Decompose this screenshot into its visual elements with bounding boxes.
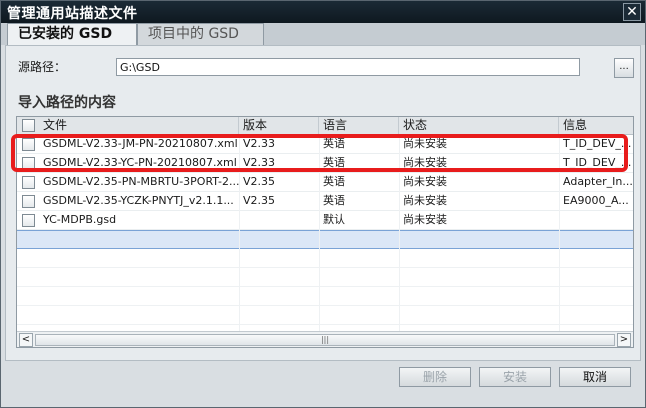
row-checkbox[interactable] — [22, 176, 35, 189]
column-divider — [559, 135, 560, 331]
table-row[interactable]: GSDML-V2.33-JM-PN-20210807.xml V2.33 英语 … — [17, 135, 633, 154]
gsd-file-table: 文件 版本 语言 状态 信息 GSDML-V2.33-JM-PN-2021080… — [16, 116, 634, 348]
empty-row — [17, 306, 633, 325]
cell-language: 英语 — [323, 156, 345, 169]
column-divider — [319, 135, 320, 331]
cell-file: GSDML-V2.35-YCZK-PNYTJ_v2.1.1... — [43, 194, 234, 207]
cell-status: 尚未安装 — [403, 137, 447, 150]
cell-file: GSDML-V2.33-JM-PN-20210807.xml — [43, 137, 238, 150]
table-row[interactable]: GSDML-V2.35-YCZK-PNYTJ_v2.1.1... V2.35 英… — [17, 192, 633, 211]
cell-version: V2.35 — [243, 175, 276, 188]
table-row[interactable]: GSDML-V2.35-PN-MBRTU-3PORT-2... V2.35 英语… — [17, 173, 633, 192]
cell-file: YC-MDPB.gsd — [43, 213, 117, 226]
cell-language: 英语 — [323, 137, 345, 150]
cell-info: EA9000_A... — [563, 194, 629, 207]
cell-version — [239, 211, 319, 230]
header-language[interactable]: 语言 — [319, 117, 399, 135]
installed-gsd-panel: 源路径： ... 导入路径的内容 文件 版本 语言 状态 信息 GSDML-V2… — [5, 45, 641, 361]
delete-button[interactable]: 删除 — [399, 367, 471, 387]
selected-empty-row[interactable] — [17, 230, 633, 249]
cell-version: V2.33 — [243, 137, 276, 150]
tab-strip: 已安装的 GSD 项目中的 GSD — [1, 23, 645, 45]
cell-status: 尚未安装 — [403, 194, 447, 207]
cell-version: V2.33 — [243, 156, 276, 169]
dialog-title: 管理通用站描述文件 — [7, 6, 138, 22]
cell-language: 英语 — [323, 175, 345, 188]
table-header: 文件 版本 语言 状态 信息 — [17, 117, 633, 135]
install-button[interactable]: 安装 — [479, 367, 551, 387]
empty-row — [17, 268, 633, 287]
cell-info: T_ID_DEV_... — [563, 156, 632, 169]
scroll-right-button[interactable]: > — [617, 333, 631, 347]
manage-gsd-dialog: 管理通用站描述文件 ✕ 已安装的 GSD 项目中的 GSD 源路径： ... 导… — [0, 0, 646, 408]
tab-installed-gsd[interactable]: 已安装的 GSD — [7, 23, 137, 45]
source-path-label: 源路径： — [18, 60, 67, 74]
cell-status: 尚未安装 — [403, 175, 447, 188]
header-version[interactable]: 版本 — [239, 117, 319, 135]
cell-info: T_ID_DEV_... — [563, 137, 632, 150]
header-status[interactable]: 状态 — [399, 117, 559, 135]
header-info[interactable]: 信息 — [559, 117, 633, 135]
close-button[interactable]: ✕ — [623, 3, 641, 21]
cell-language: 默认 — [323, 213, 345, 226]
source-path-input[interactable] — [116, 58, 580, 76]
table-row[interactable]: GSDML-V2.33-YC-PN-20210807.xml V2.33 英语 … — [17, 154, 633, 173]
row-checkbox[interactable] — [22, 157, 35, 170]
header-file[interactable]: 文件 — [39, 117, 239, 135]
cell-info — [559, 211, 633, 230]
row-checkbox[interactable] — [22, 138, 35, 151]
column-divider — [239, 135, 240, 331]
section-title: 导入路径的内容 — [18, 95, 116, 111]
cell-status: 尚未安装 — [403, 213, 447, 226]
scroll-thumb[interactable]: ||| — [35, 334, 615, 346]
cell-version: V2.35 — [243, 194, 276, 207]
cancel-button[interactable]: 取消 — [559, 367, 631, 387]
select-all-checkbox[interactable] — [22, 119, 35, 132]
table-row[interactable]: YC-MDPB.gsd 默认 尚未安装 — [17, 211, 633, 230]
cell-info: Adapter_In... — [563, 175, 633, 188]
cell-file: GSDML-V2.35-PN-MBRTU-3PORT-2... — [43, 175, 239, 188]
dialog-footer: 删除 安装 取消 — [1, 363, 645, 407]
cell-status: 尚未安装 — [403, 156, 447, 169]
cell-file: GSDML-V2.33-YC-PN-20210807.xml — [43, 156, 237, 169]
scroll-left-button[interactable]: < — [19, 333, 33, 347]
horizontal-scrollbar[interactable]: < ||| > — [17, 331, 633, 347]
tab-project-gsd[interactable]: 项目中的 GSD — [137, 23, 264, 45]
title-bar: 管理通用站描述文件 ✕ — [1, 1, 645, 23]
empty-row — [17, 249, 633, 268]
empty-row — [17, 287, 633, 306]
column-divider — [399, 135, 400, 331]
row-checkbox[interactable] — [22, 214, 35, 227]
cell-language: 英语 — [323, 194, 345, 207]
browse-button[interactable]: ... — [614, 58, 634, 78]
row-checkbox[interactable] — [22, 195, 35, 208]
